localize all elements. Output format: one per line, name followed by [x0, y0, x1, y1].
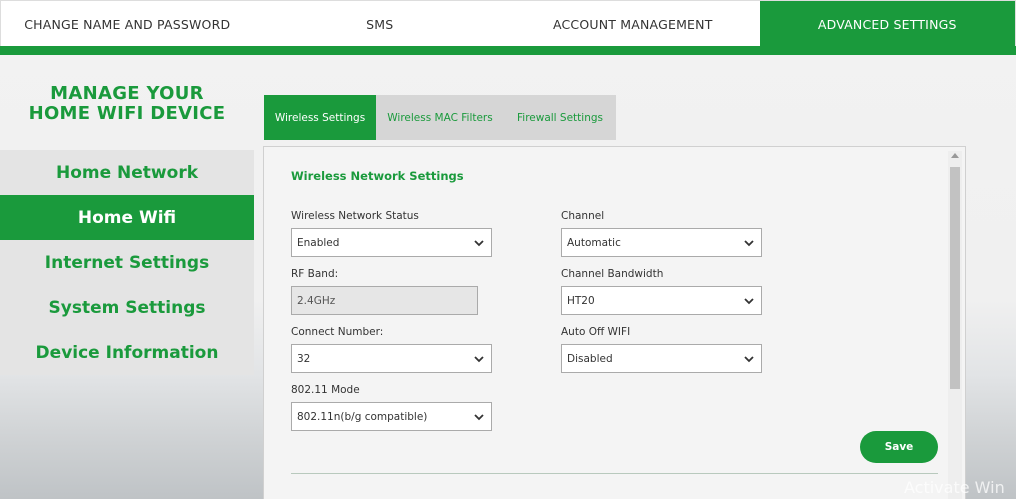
wireless-status-select[interactable]: Enabled: [291, 228, 492, 257]
top-navigation: CHANGE NAME AND PASSWORD SMS ACCOUNT MAN…: [0, 0, 1016, 55]
subtab-wireless-mac-filters[interactable]: Wireless MAC Filters: [376, 95, 504, 140]
sidebar-item-internet-settings[interactable]: Internet Settings: [0, 240, 254, 285]
sidebar-item-home-wifi[interactable]: Home Wifi: [0, 195, 254, 240]
tab-account-management[interactable]: ACCOUNT MANAGEMENT: [506, 1, 760, 47]
mode-label: 802.11 Mode: [291, 384, 360, 396]
chevron-down-icon: [474, 414, 484, 421]
chevron-down-icon: [744, 240, 754, 247]
chevron-down-icon: [474, 240, 484, 247]
panel-title: Wireless Network Settings: [291, 169, 464, 183]
channel-value: Automatic: [567, 236, 621, 249]
mode-select[interactable]: 802.11n(b/g compatible): [291, 402, 492, 431]
top-tab-bar: CHANGE NAME AND PASSWORD SMS ACCOUNT MAN…: [0, 0, 1016, 47]
sidebar-item-home-network[interactable]: Home Network: [0, 150, 254, 195]
auto-off-label: Auto Off WIFI: [561, 326, 631, 338]
wireless-status-label: Wireless Network Status: [291, 210, 419, 222]
channel-label: Channel: [561, 210, 605, 222]
auto-off-value: Disabled: [567, 352, 613, 365]
subtab-firewall-settings[interactable]: Firewall Settings: [504, 95, 616, 140]
brand-line-1: MANAGE YOUR: [50, 83, 204, 104]
sidebar-item-system-settings[interactable]: System Settings: [0, 285, 254, 330]
chevron-down-icon: [744, 356, 754, 363]
top-accent-line: [0, 46, 1016, 55]
panel-divider: [291, 473, 938, 474]
arrow-up-icon[interactable]: [951, 153, 959, 158]
sub-tab-bar: Wireless Settings Wireless MAC Filters F…: [264, 95, 616, 140]
rf-band-field: 2.4GHz: [291, 286, 478, 315]
sidebar-item-device-information[interactable]: Device Information: [0, 330, 254, 375]
chevron-down-icon: [744, 298, 754, 305]
scrollbar-thumb[interactable]: [950, 167, 960, 389]
auto-off-select[interactable]: Disabled: [561, 344, 762, 373]
subtab-wireless-settings[interactable]: Wireless Settings: [264, 95, 376, 140]
settings-panel: Wireless Network Settings Wireless Netwo…: [263, 146, 966, 499]
connect-number-select[interactable]: 32: [291, 344, 492, 373]
tab-advanced-settings[interactable]: ADVANCED SETTINGS: [759, 1, 1015, 47]
rf-band-value: 2.4GHz: [297, 294, 336, 307]
connect-number-value: 32: [297, 352, 311, 365]
panel-scrollbar[interactable]: [948, 151, 962, 499]
mode-value: 802.11n(b/g compatible): [297, 410, 428, 423]
wireless-status-value: Enabled: [297, 236, 340, 249]
tab-change-name-password[interactable]: CHANGE NAME AND PASSWORD: [1, 1, 254, 47]
channel-select[interactable]: Automatic: [561, 228, 762, 257]
brand-line-2: HOME WIFI DEVICE: [28, 103, 226, 124]
bandwidth-label: Channel Bandwidth: [561, 268, 664, 280]
rf-band-label: RF Band:: [291, 268, 339, 280]
bandwidth-select[interactable]: HT20: [561, 286, 762, 315]
sidebar: Home Network Home Wifi Internet Settings…: [0, 150, 254, 375]
brand-title: MANAGE YOUR HOME WIFI DEVICE: [0, 84, 254, 124]
tab-sms[interactable]: SMS: [254, 1, 507, 47]
bandwidth-value: HT20: [567, 294, 595, 307]
save-button[interactable]: Save: [860, 431, 938, 463]
connect-number-label: Connect Number:: [291, 326, 384, 338]
chevron-down-icon: [474, 356, 484, 363]
activate-windows-watermark: Activate Win: [904, 478, 1005, 497]
